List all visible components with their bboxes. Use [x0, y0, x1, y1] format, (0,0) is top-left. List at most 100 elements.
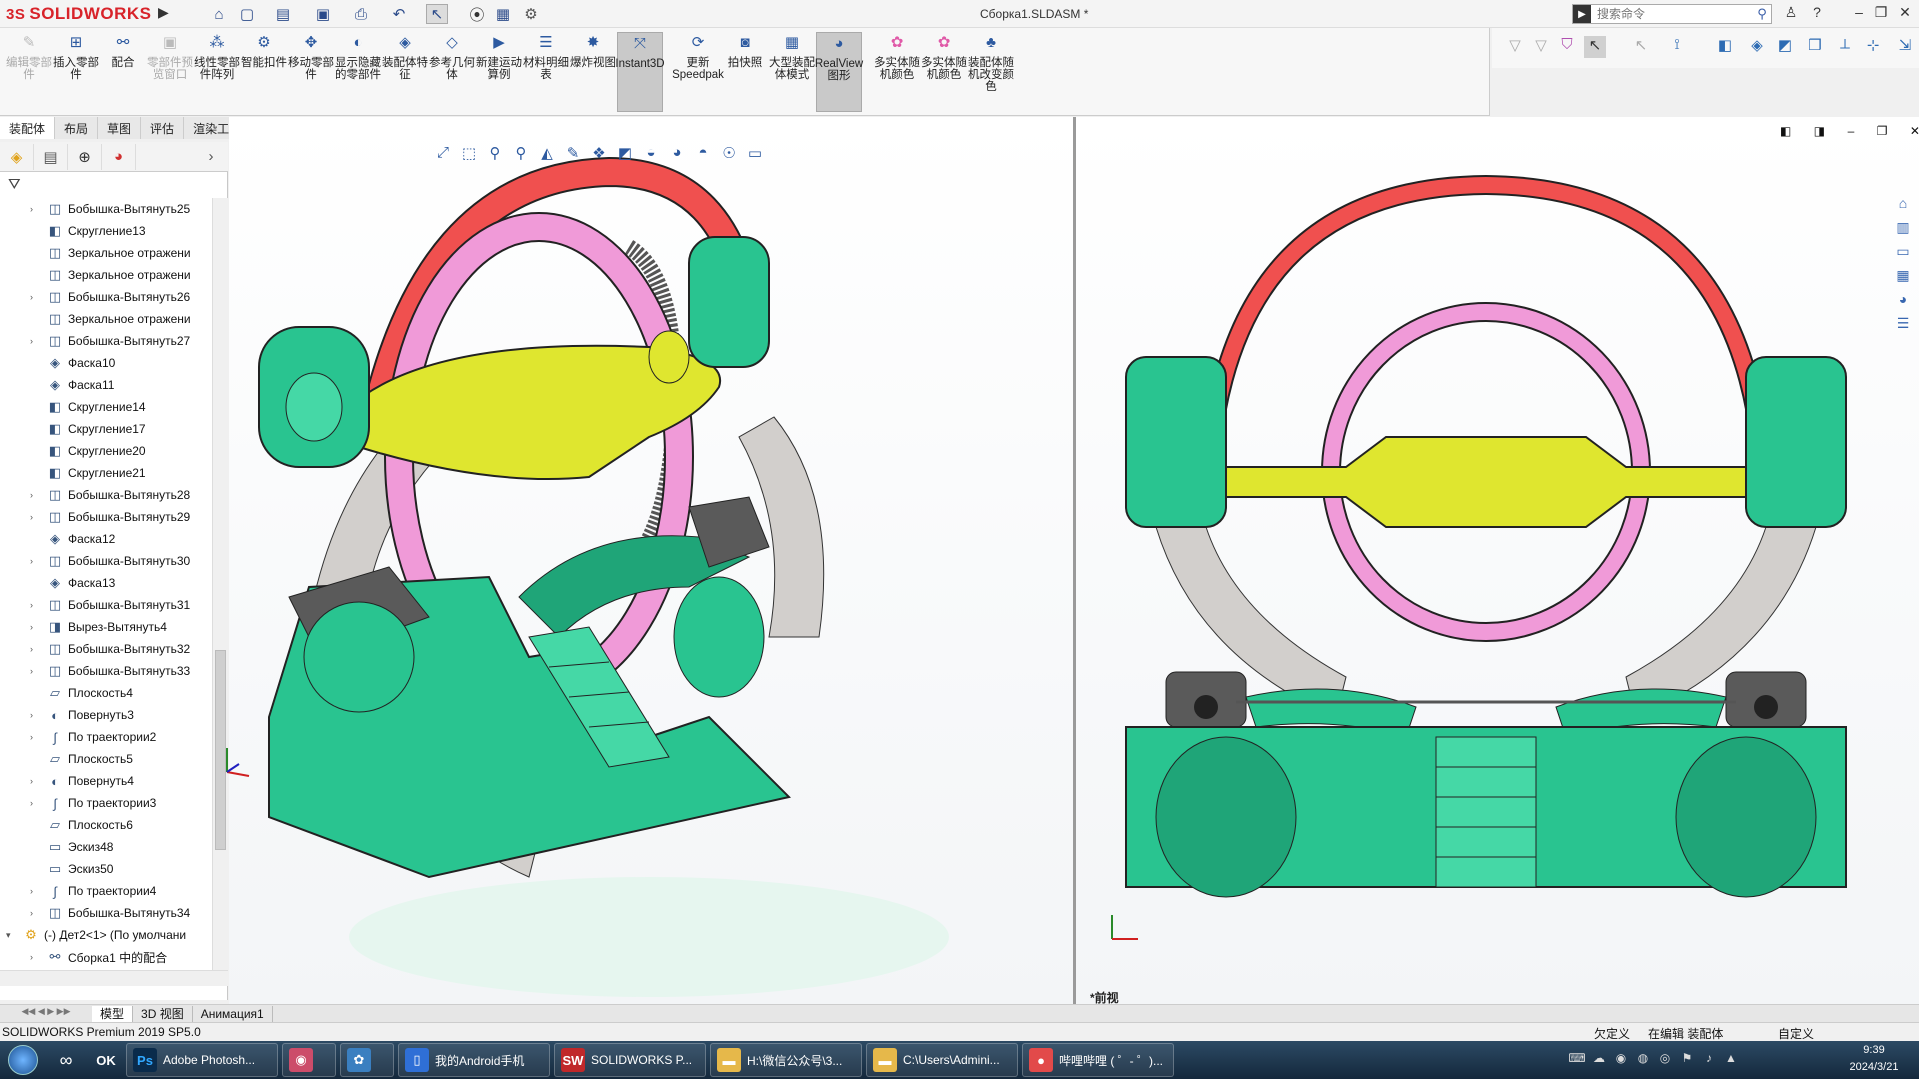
- tree-item[interactable]: ◈ Фаска12: [0, 528, 212, 550]
- ribbon-button[interactable]: ⚯ 配合: [100, 32, 146, 112]
- ribbon-button[interactable]: ▶ 新建运动算例: [476, 32, 522, 112]
- tree-item[interactable]: › ◫ Бобышка-Вытянуть30: [0, 550, 212, 572]
- tray-keyboard-icon[interactable]: ⌨: [1568, 1051, 1586, 1069]
- file-properties-icon[interactable]: ▦: [492, 4, 514, 24]
- close-icon[interactable]: ✕: [1894, 4, 1916, 24]
- new-document-icon[interactable]: ▢: [236, 4, 258, 24]
- tree-expand-icon[interactable]: ›: [30, 666, 42, 676]
- tree-item[interactable]: ◈ Фаска10: [0, 352, 212, 374]
- ribbon-button[interactable]: ▣ 零部件预览窗口: [147, 32, 193, 112]
- custom-properties-icon[interactable]: ☰: [1892, 315, 1914, 337]
- tree-item[interactable]: ◫ Зеркальное отражени: [0, 242, 212, 264]
- design-library-icon[interactable]: ▥: [1892, 219, 1914, 241]
- tree-item[interactable]: ▱ Плоскость4: [0, 682, 212, 704]
- viewport-front[interactable]: [1076, 117, 1919, 1004]
- tray-security-icon[interactable]: ◎: [1656, 1051, 1674, 1069]
- tree-item[interactable]: ◧ Скругление14: [0, 396, 212, 418]
- tree-item[interactable]: › ◫ Бобышка-Вытянуть26: [0, 286, 212, 308]
- ribbon-button[interactable]: ✎ 编辑零部件: [6, 32, 52, 112]
- print-icon[interactable]: ⎙: [350, 4, 372, 24]
- taskbar-item[interactable]: SW SOLIDWORKS P...: [554, 1043, 706, 1077]
- tree-expand-icon[interactable]: ›: [30, 512, 42, 522]
- tree-expand-icon[interactable]: ›: [30, 908, 42, 918]
- filter-face-icon[interactable]: ◧: [1714, 36, 1736, 58]
- tree-item[interactable]: ▾ ⚙ (-) Дет2<1> (По умолчани: [0, 924, 212, 946]
- model-tab[interactable]: Анимация1: [193, 1005, 273, 1022]
- hide-show-icon[interactable]: ◒: [638, 144, 664, 166]
- restore-icon[interactable]: ❐: [1870, 4, 1892, 24]
- tree-item[interactable]: › ◐ Повернуть3: [0, 704, 212, 726]
- configuration-manager-tab-icon[interactable]: ⊕: [68, 143, 102, 170]
- ribbon-button[interactable]: ◈ 装配体特征: [382, 32, 428, 112]
- undo-icon[interactable]: ↶: [388, 4, 410, 24]
- ribbon-button[interactable]: ♣ 装配体随机改变颜色: [968, 32, 1014, 112]
- tree-filter-icon[interactable]: ⛛: [8, 176, 21, 193]
- ribbon-button[interactable]: ✥ 移动零部件: [288, 32, 334, 112]
- display-style-icon[interactable]: ◩: [612, 144, 638, 166]
- tree-expand-icon[interactable]: ›: [30, 336, 42, 346]
- filter-icon[interactable]: ▽: [1504, 36, 1526, 58]
- edit-appearance-icon[interactable]: ◕: [664, 144, 690, 166]
- ribbon-button[interactable]: ⊞ 插入零部件: [53, 32, 99, 112]
- command-tab[interactable]: 草图: [98, 117, 142, 139]
- ribbon-button[interactable]: ✿ 多实体随机颜色: [921, 32, 967, 112]
- tree-item[interactable]: › ◫ Бобышка-Вытянуть33: [0, 660, 212, 682]
- tree-item[interactable]: ▭ Эскиз50: [0, 858, 212, 880]
- user-icon[interactable]: ♙: [1780, 4, 1802, 24]
- status-units[interactable]: 自定义: [1778, 1025, 1814, 1042]
- tree-item[interactable]: ◧ Скругление21: [0, 462, 212, 484]
- viewport-minimize-icon[interactable]: –: [1848, 124, 1855, 144]
- ribbon-button[interactable]: ✸ 爆炸视图: [570, 32, 616, 112]
- tree-expand-icon[interactable]: ›: [30, 490, 42, 500]
- help-icon[interactable]: ?: [1806, 4, 1828, 24]
- tree-item[interactable]: › ◫ Бобышка-Вытянуть25: [0, 198, 212, 220]
- options-gear-icon[interactable]: ⚙: [520, 4, 542, 24]
- save-icon[interactable]: ▣: [312, 4, 334, 24]
- tree-item[interactable]: ◧ Скругление17: [0, 418, 212, 440]
- tray-network-icon[interactable]: ☁: [1590, 1051, 1608, 1069]
- tree-item[interactable]: › ⚯ Сборка1 中的配合: [0, 946, 212, 968]
- select-other-icon[interactable]: ↖: [1630, 36, 1652, 58]
- tree-item[interactable]: ▱ Плоскость5: [0, 748, 212, 770]
- zoom-to-fit-icon[interactable]: ⤢: [430, 144, 456, 166]
- tab-navigation[interactable]: ◀◀ ◀ ▶ ▶▶: [0, 1006, 92, 1022]
- ribbon-button[interactable]: ⚙ 智能扣件: [241, 32, 287, 112]
- taskbar-item[interactable]: Ps Adobe Photosh...: [126, 1043, 278, 1077]
- search-input[interactable]: [1591, 7, 1753, 21]
- solidworks-logo[interactable]: 3S SOLIDWORKS: [6, 2, 154, 26]
- tree-item[interactable]: › ◫ Бобышка-Вытянуть31: [0, 594, 212, 616]
- ribbon-button[interactable]: ⟳ 更新Speedpak: [672, 32, 724, 112]
- tree-item[interactable]: › ◫ Бобышка-Вытянуть32: [0, 638, 212, 660]
- view-prev-icon[interactable]: ◧: [1780, 124, 1791, 144]
- menu-expand-icon[interactable]: ▶: [158, 4, 172, 24]
- taskbar-item[interactable]: ▬ H:\微信公众号\3...: [710, 1043, 862, 1077]
- tree-item[interactable]: › ◐ Повернуть4: [0, 770, 212, 792]
- tree-expand-icon[interactable]: ›: [30, 732, 42, 742]
- tree-item[interactable]: ◧ Скругление20: [0, 440, 212, 462]
- ribbon-button[interactable]: ◇ 参考几何体: [429, 32, 475, 112]
- model-tab[interactable]: 3D 视图: [133, 1005, 193, 1022]
- appearances-icon[interactable]: ◕: [1892, 291, 1914, 313]
- ribbon-button[interactable]: ⤧ Instant3D: [615, 32, 665, 112]
- tray-arrow-icon[interactable]: ▲: [1722, 1051, 1740, 1069]
- open-document-icon[interactable]: ▤: [272, 4, 294, 24]
- filter-component-icon[interactable]: ❒: [1804, 36, 1826, 58]
- tree-expand-icon[interactable]: ›: [30, 886, 42, 896]
- tree-item[interactable]: ◈ Фаска13: [0, 572, 212, 594]
- baidu-netdisk-icon[interactable]: ∞: [46, 1043, 86, 1077]
- tree-item[interactable]: › ◫ Бобышка-Вытянуть34: [0, 902, 212, 924]
- home-icon[interactable]: ⌂: [208, 4, 230, 24]
- viewport-restore-icon[interactable]: ❐: [1877, 124, 1888, 144]
- tree-expand-icon[interactable]: ›: [30, 556, 42, 566]
- solidworks-resources-icon[interactable]: ⌂: [1892, 195, 1914, 217]
- tray-flag-icon[interactable]: ⚑: [1678, 1051, 1696, 1069]
- minimize-icon[interactable]: –: [1848, 4, 1870, 24]
- tree-filter[interactable]: ⛛: [0, 174, 228, 196]
- property-manager-tab-icon[interactable]: ▤: [34, 143, 68, 170]
- ribbon-button[interactable]: ⁂ 线性零部件阵列: [194, 32, 240, 112]
- ribbon-button[interactable]: ✿ 多实体随机颜色: [874, 32, 920, 112]
- viewport-close-icon[interactable]: ✕: [1910, 124, 1919, 144]
- taskbar-item[interactable]: ✿: [340, 1043, 394, 1077]
- view-next-icon[interactable]: ◨: [1814, 124, 1825, 144]
- filter-point-icon[interactable]: ⊹: [1862, 36, 1884, 58]
